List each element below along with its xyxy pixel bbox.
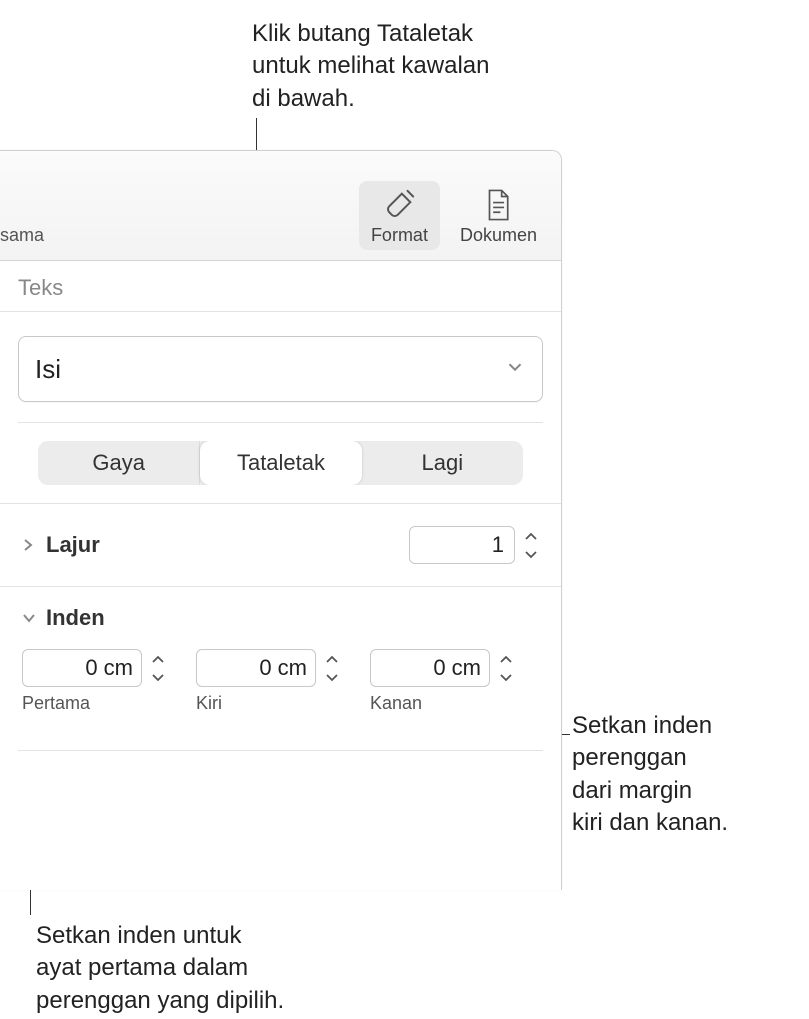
paintbrush-icon (381, 187, 417, 223)
callout-right: Setkan inden perenggan dari margin kiri … (572, 710, 728, 840)
toolbar-partial-label: sama (0, 225, 44, 246)
columns-input[interactable] (409, 526, 515, 564)
indent-left-column: Kiri (196, 649, 344, 714)
document-label: Dokumen (460, 225, 537, 246)
stepper-up-button[interactable] (146, 649, 170, 668)
indent-first-input[interactable] (22, 649, 142, 687)
indent-label: Inden (46, 605, 543, 631)
divider (18, 422, 543, 423)
indent-right-label: Kanan (370, 693, 518, 714)
callout-top-text: Klik butang Tataletak untuk melihat kawa… (252, 18, 489, 115)
section-title: Teks (0, 261, 561, 312)
tab-more-label: Lagi (422, 450, 464, 476)
document-icon (480, 187, 516, 223)
stepper-up-button[interactable] (519, 526, 543, 545)
columns-label: Lajur (46, 532, 409, 558)
tab-layout[interactable]: Tataletak (200, 441, 361, 485)
chevron-down-icon (504, 356, 526, 383)
indent-section: Inden Pertama (0, 586, 561, 742)
stepper-up-button[interactable] (320, 649, 344, 668)
callout-top: Klik butang Tataletak untuk melihat kawa… (252, 18, 489, 115)
tab-layout-label: Tataletak (237, 450, 325, 476)
paragraph-style-dropdown[interactable]: Isi (18, 336, 543, 402)
tab-more[interactable]: Lagi (362, 441, 523, 485)
stepper-buttons (519, 526, 543, 564)
document-button[interactable]: Dokumen (448, 181, 549, 250)
format-button[interactable]: Format (359, 181, 440, 250)
indent-left-input[interactable] (196, 649, 316, 687)
indent-first-stepper (22, 649, 170, 687)
stepper-down-button[interactable] (320, 668, 344, 687)
stepper-down-button[interactable] (519, 545, 543, 564)
divider (18, 750, 543, 751)
indent-header: Inden (22, 605, 543, 631)
format-panel: sama Format Dokumen (0, 150, 562, 890)
columns-stepper (409, 526, 543, 564)
tab-style-label: Gaya (92, 450, 145, 476)
indent-first-label: Pertama (22, 693, 170, 714)
indent-left-stepper (196, 649, 344, 687)
callout-bottom-text: Setkan inden untuk ayat pertama dalam pe… (36, 920, 284, 1017)
indent-right-input[interactable] (370, 649, 490, 687)
indent-controls: Pertama Kiri (22, 649, 543, 714)
chevron-right-icon[interactable] (22, 537, 36, 553)
stepper-buttons (494, 649, 518, 687)
tab-style[interactable]: Gaya (38, 441, 200, 485)
chevron-down-icon[interactable] (22, 612, 36, 624)
stepper-down-button[interactable] (494, 668, 518, 687)
indent-right-stepper (370, 649, 518, 687)
paragraph-style-value: Isi (35, 354, 61, 385)
columns-row: Lajur (0, 503, 561, 586)
toolbar-left-partial: sama (0, 225, 44, 250)
toolbar: sama Format Dokumen (0, 151, 561, 261)
stepper-up-button[interactable] (494, 649, 518, 668)
callout-bottom: Setkan inden untuk ayat pertama dalam pe… (36, 920, 284, 1017)
indent-left-label: Kiri (196, 693, 344, 714)
stepper-buttons (146, 649, 170, 687)
indent-right-column: Kanan (370, 649, 518, 714)
text-tab-bar: Gaya Tataletak Lagi (38, 441, 523, 485)
stepper-buttons (320, 649, 344, 687)
indent-first-column: Pertama (22, 649, 170, 714)
callout-right-text: Setkan inden perenggan dari margin kiri … (572, 710, 728, 840)
stepper-down-button[interactable] (146, 668, 170, 687)
format-label: Format (371, 225, 428, 246)
